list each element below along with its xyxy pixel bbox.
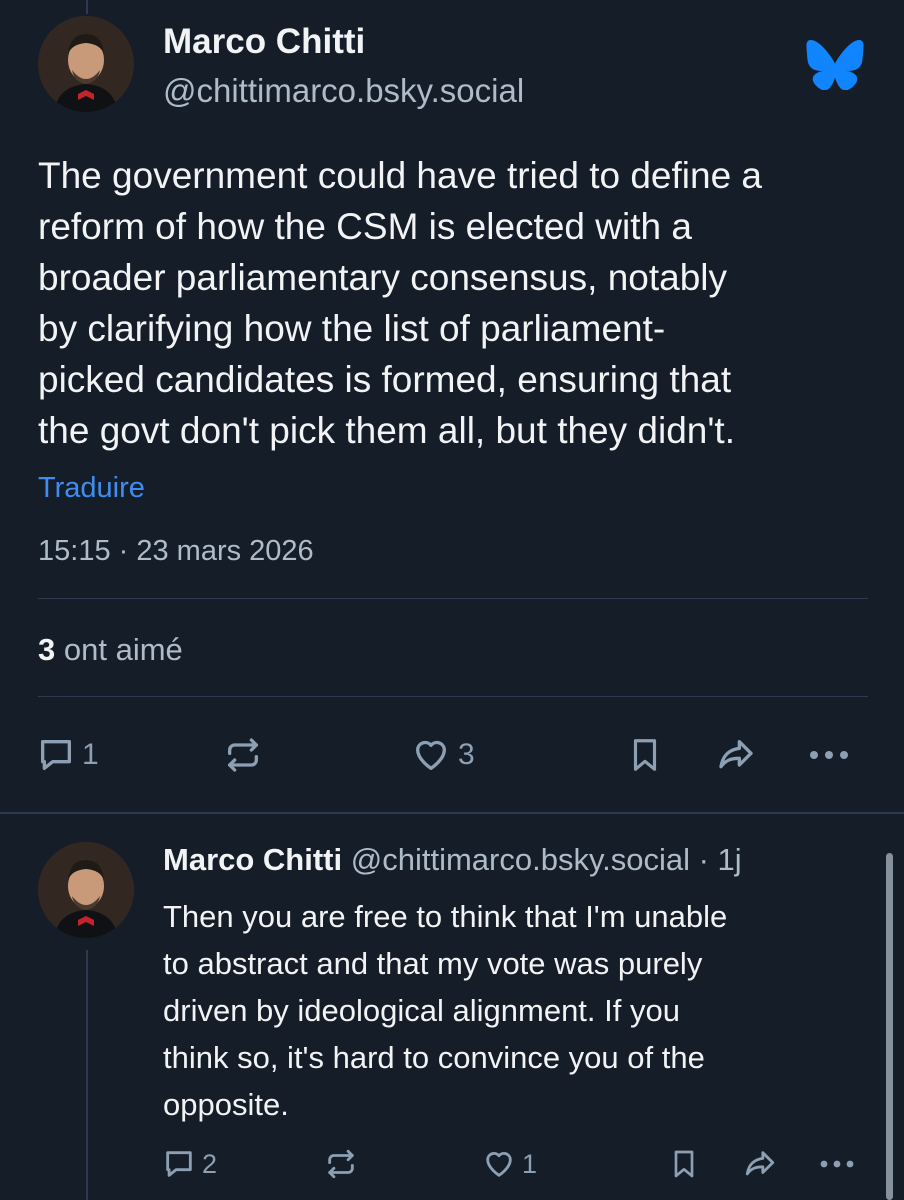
scrollbar[interactable] (886, 853, 893, 1200)
likes-summary[interactable]: 3 ont aimé (38, 632, 183, 668)
more-options-button[interactable] (818, 1147, 856, 1181)
reply-button[interactable]: 1 (36, 735, 99, 775)
reply-author-handle[interactable]: @chittimarco.bsky.social · 1j (351, 842, 742, 877)
avatar[interactable] (38, 16, 134, 112)
like-button[interactable]: 3 (410, 735, 475, 775)
ellipsis-icon (820, 1160, 854, 1168)
section-divider (0, 812, 904, 814)
bluesky-butterfly-icon (806, 40, 864, 91)
translate-link[interactable]: Traduire (38, 472, 145, 505)
like-count: 1 (522, 1148, 538, 1179)
like-button[interactable]: 1 (482, 1147, 537, 1181)
share-arrow-icon (745, 1151, 775, 1176)
post-text-line: broader parliamentary consensus, notably (38, 257, 727, 298)
likes-count: 3 (38, 632, 56, 667)
repost-arrows-icon (328, 1149, 354, 1179)
reply-button[interactable]: 2 (162, 1147, 217, 1181)
share-arrow-icon (719, 740, 753, 769)
post-text-line: picked candidates is formed, ensuring th… (38, 359, 732, 400)
thread-line-top (86, 0, 88, 14)
reply-author-name[interactable]: Marco Chitti (163, 842, 342, 877)
ellipsis-icon (810, 751, 848, 759)
post-text-line: reform of how the CSM is elected with a (38, 206, 692, 247)
more-options-button[interactable] (806, 735, 852, 775)
heart-icon (486, 1152, 512, 1177)
post-timestamp: 15:15 · 23 mars 2026 (38, 535, 314, 567)
share-button[interactable] (742, 1147, 778, 1181)
repost-button[interactable] (222, 735, 264, 775)
reply-count: 1 (82, 738, 99, 771)
reply-text-line: opposite. (163, 1087, 289, 1122)
reply-count: 2 (202, 1148, 218, 1179)
reply-text: Then you are free to think that I'm unab… (163, 893, 863, 1128)
post-text: The government could have tried to defin… (38, 150, 878, 456)
bookmark-icon (674, 1150, 694, 1178)
avatar[interactable] (38, 842, 134, 938)
divider (38, 598, 868, 599)
bookmark-icon (633, 739, 657, 771)
reply-header: Marco Chitti @chittimarco.bsky.social · … (163, 842, 742, 878)
reply-text-line: Then you are free to think that I'm unab… (163, 899, 728, 934)
reply-text-line: think so, it's hard to convince you of t… (163, 1040, 705, 1075)
share-button[interactable] (714, 735, 758, 775)
post-text-line: the govt don't pick them all, but they d… (38, 410, 735, 451)
like-count: 3 (458, 738, 475, 771)
reply-text-line: to abstract and that my vote was purely (163, 946, 703, 981)
author-name[interactable]: Marco Chitti (163, 22, 365, 62)
bookmark-button[interactable] (626, 735, 664, 775)
divider (38, 696, 868, 697)
bookmark-button[interactable] (668, 1147, 700, 1181)
heart-icon (416, 740, 446, 770)
reply-text-line: driven by ideological alignment. If you (163, 993, 680, 1028)
speech-bubble-icon (41, 740, 72, 770)
post-text-line: The government could have tried to defin… (38, 155, 763, 196)
post-text-line: by clarifying how the list of parliament… (38, 308, 666, 349)
speech-bubble-icon (166, 1151, 192, 1177)
likes-label: ont aimé (63, 632, 183, 667)
author-handle[interactable]: @chittimarco.bsky.social (163, 72, 524, 110)
thread-line (86, 950, 88, 1200)
repost-button[interactable] (324, 1147, 358, 1181)
repost-arrows-icon (228, 738, 258, 772)
